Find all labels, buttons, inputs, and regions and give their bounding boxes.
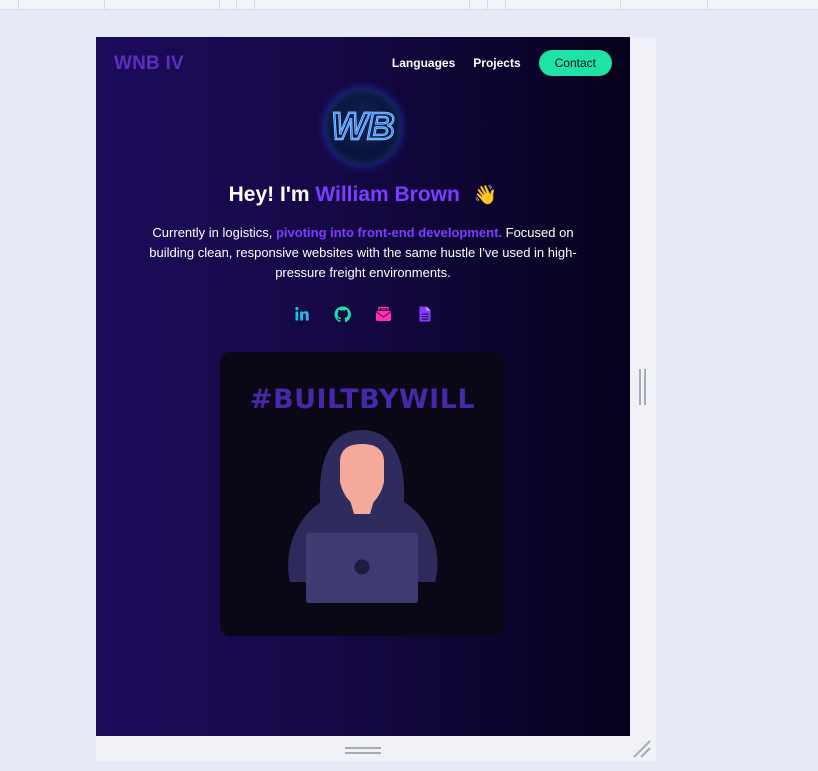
width-resize-handle[interactable]: [638, 369, 647, 405]
hero-headline: Hey! I'm William Brown 👋: [96, 183, 630, 207]
logo-letters-glow: WB: [331, 106, 394, 148]
contact-button[interactable]: Contact: [538, 50, 612, 76]
bio-text-start: Currently in logistics,: [152, 225, 276, 240]
document-icon[interactable]: [415, 304, 435, 324]
greeting-text: Hey! I'm: [228, 183, 310, 206]
ruler-tick: [707, 0, 708, 9]
email-icon[interactable]: [374, 304, 394, 324]
ruler-tick: [219, 0, 220, 9]
linkedin-icon[interactable]: [292, 304, 312, 324]
nav-languages-link[interactable]: Languages: [392, 56, 455, 70]
nav-projects-link[interactable]: Projects: [473, 56, 520, 70]
wb-logo-graphic: WB WB: [330, 105, 396, 149]
wb-neon-logo: WB WB: [325, 89, 401, 165]
feature-image-card: #BUILTBYWILL: [220, 352, 505, 636]
top-ruler: [0, 0, 818, 10]
top-nav: Languages Projects Contact: [374, 50, 612, 76]
ruler-tick: [236, 0, 237, 9]
hero-bio: Currently in logistics, pivoting into fr…: [146, 223, 580, 283]
ruler-tick: [104, 0, 105, 9]
github-icon[interactable]: [333, 304, 353, 324]
ruler-tick: [505, 0, 506, 9]
corner-resize-grip[interactable]: [632, 739, 652, 759]
hero-name: William Brown: [315, 183, 460, 206]
wave-emoji-icon: 👋: [473, 185, 498, 206]
ruler-tick: [487, 0, 488, 9]
builtbywill-hashtag: #BUILTBYWILL: [249, 384, 476, 415]
responsive-preview-frame: WNB IV Languages Projects Contact WB WB …: [96, 37, 656, 761]
ruler-tick: [18, 0, 19, 9]
ruler-tick: [620, 0, 621, 9]
height-resize-handle[interactable]: [345, 746, 381, 755]
ruler-tick: [469, 0, 470, 9]
site-viewport: WNB IV Languages Projects Contact WB WB …: [96, 37, 630, 736]
social-links: [96, 304, 630, 324]
bio-highlight: pivoting into front-end development.: [275, 225, 503, 240]
ruler-tick: [254, 0, 255, 9]
brand-logo-text[interactable]: WNB IV: [114, 53, 184, 75]
